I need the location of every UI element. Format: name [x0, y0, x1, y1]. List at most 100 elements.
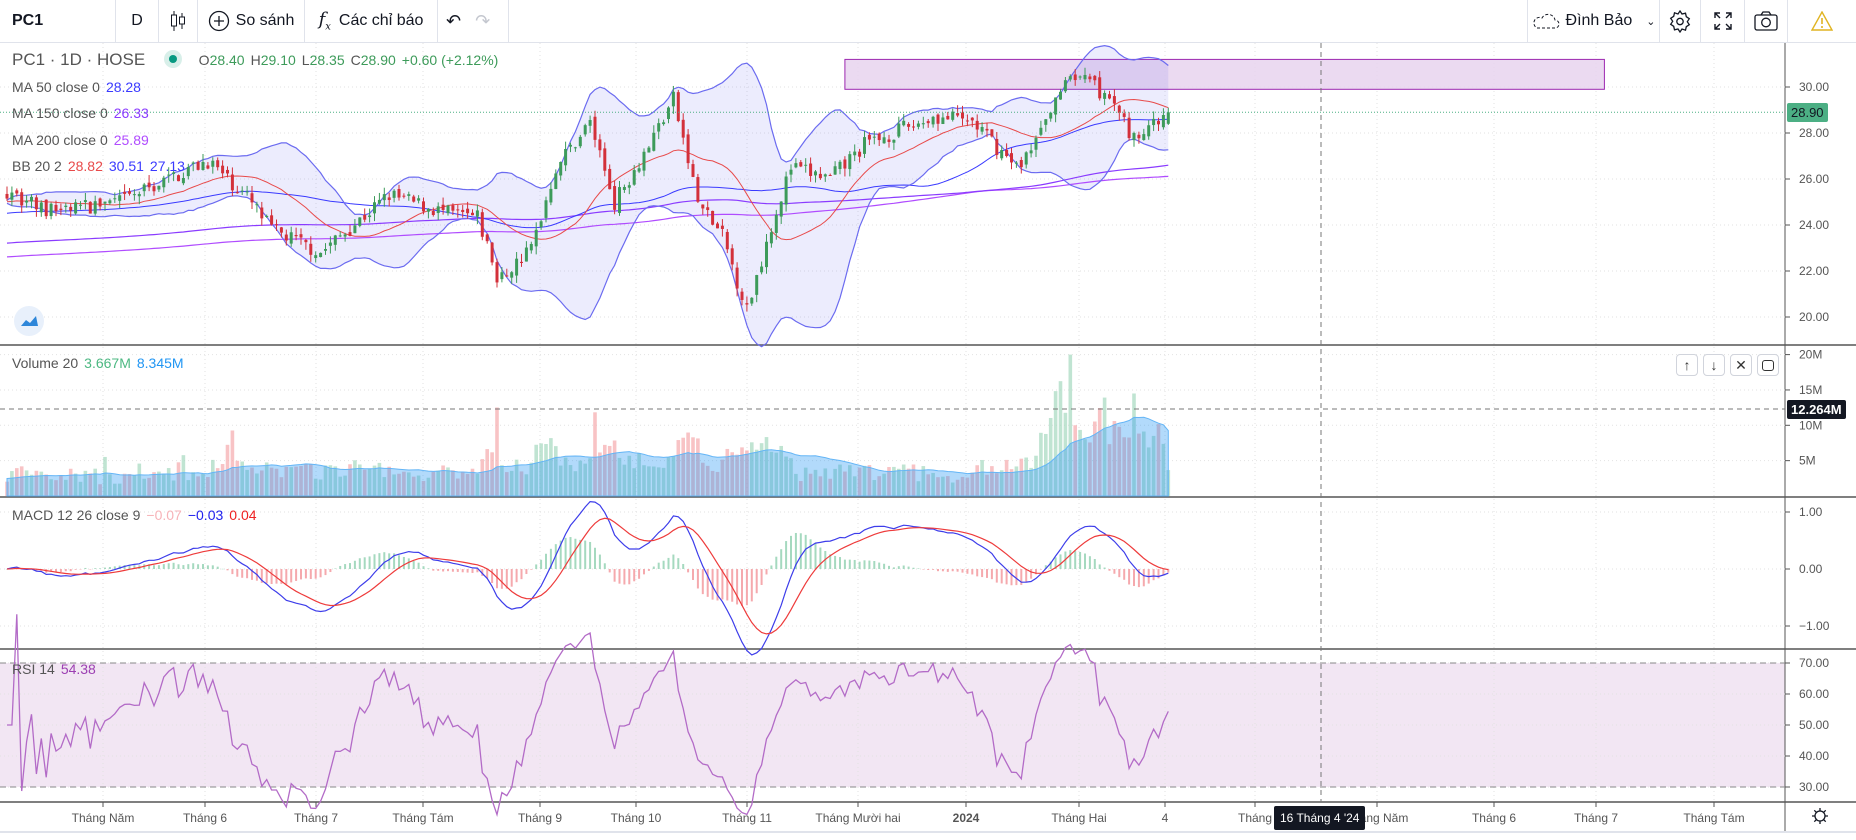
close-pane-button[interactable]: ✕: [1730, 354, 1752, 376]
macd-histogram-bar: [878, 562, 881, 569]
candle-body: [128, 191, 131, 194]
macd-histogram-bar: [74, 569, 77, 570]
macd-histogram-bar: [687, 569, 690, 573]
layout-name: Đình Bảo: [1565, 12, 1633, 29]
price-axis-tick-label: 22.00: [1799, 264, 1829, 278]
candle-body: [324, 249, 327, 251]
candle-body: [49, 203, 53, 217]
candle-body: [69, 206, 73, 211]
macd-histogram-bar: [598, 554, 601, 569]
candle-body: [1010, 153, 1013, 163]
macd-histogram-bar: [1103, 567, 1106, 569]
open-value: 28.40: [209, 52, 245, 68]
macd-histogram-bar: [1118, 569, 1121, 578]
candle-body: [475, 210, 479, 217]
macd-histogram-bar: [172, 562, 175, 569]
compare-button[interactable]: So sánh: [198, 0, 305, 42]
candle-body: [774, 214, 778, 233]
candle-body: [573, 147, 577, 149]
candle-body: [961, 112, 964, 119]
chart-type-button[interactable]: [159, 0, 198, 42]
macd-histogram-bar: [961, 569, 964, 573]
macd-histogram-bar: [765, 569, 768, 575]
macd-histogram-bar: [569, 537, 572, 569]
redo-icon[interactable]: ↷: [475, 11, 490, 32]
candle-body: [1152, 118, 1156, 126]
candle-body: [956, 113, 960, 116]
candle-body: [696, 177, 700, 202]
candle-body: [64, 205, 68, 208]
macd-histogram-bar: [1059, 554, 1062, 569]
candle-body: [877, 133, 881, 141]
macd-histogram-bar: [515, 569, 518, 583]
symbol-search-button[interactable]: PC1: [0, 0, 116, 42]
ma50-legend[interactable]: MA 50 close 0 28.28: [12, 79, 147, 95]
candle-body: [598, 139, 602, 151]
arrow-up-icon: ↑: [1683, 357, 1691, 373]
macd-hist-value: −0.07: [146, 507, 182, 523]
macd-histogram-bar: [447, 569, 449, 572]
indicators-button[interactable]: fx Các chỉ báo: [305, 0, 438, 42]
screenshot-button[interactable]: [1745, 0, 1788, 42]
macd-histogram-bar: [241, 569, 244, 578]
macd-histogram-bar: [594, 547, 596, 569]
bb-upper-value: 30.51: [108, 158, 144, 174]
candle-body: [578, 136, 582, 147]
maximize-pane-button[interactable]: [1757, 354, 1779, 376]
ma150-legend[interactable]: MA 150 close 0 26.33: [12, 105, 155, 121]
interval-button[interactable]: D: [116, 0, 159, 42]
candle-body: [177, 175, 180, 182]
macd-histogram-bar: [383, 552, 386, 569]
macd-histogram-bar: [750, 569, 753, 602]
candle-body: [613, 186, 617, 210]
candle-body: [309, 243, 313, 255]
chart-canvas[interactable]: Tháng Năm Tháng 6 Tháng 7 Tháng Tám Tháng 9 T…: [0, 0, 1856, 840]
move-pane-up-button[interactable]: ↑: [1676, 354, 1698, 376]
candle-body: [44, 199, 48, 217]
undo-icon[interactable]: ↶: [446, 11, 461, 32]
function-icon: fx: [318, 9, 331, 33]
candle-body: [681, 119, 685, 138]
macd-histogram-bar: [1025, 569, 1028, 582]
macd-histogram-bar: [760, 569, 763, 585]
move-pane-down-button[interactable]: ↓: [1703, 354, 1725, 376]
fullscreen-button[interactable]: [1701, 0, 1745, 42]
macd-histogram-bar: [677, 558, 680, 569]
axis-settings-button[interactable]: [1810, 806, 1830, 831]
volume-axis-tick-label: 5M: [1799, 454, 1816, 468]
indicators-label: Các chỉ báo: [338, 12, 424, 29]
volume-legend[interactable]: Volume 20 3.667M 8.345M: [12, 355, 190, 371]
macd-histogram-bar: [329, 569, 332, 573]
macd-legend[interactable]: MACD 12 26 close 9 −0.07 −0.03 0.04: [12, 507, 263, 523]
macd-histogram-bar: [314, 569, 317, 579]
bb-legend[interactable]: BB 20 2 28.82 30.51 27.13: [12, 158, 191, 174]
macd-histogram-bar: [427, 568, 430, 569]
candle-body: [1078, 76, 1082, 78]
macd-axis-tick-label: 1.00: [1799, 505, 1823, 519]
macd-histogram-bar: [162, 564, 165, 569]
candle-body: [1147, 125, 1151, 137]
rsi-legend[interactable]: RSI 14 54.38: [12, 661, 102, 677]
candle-body: [985, 128, 989, 131]
macd-histogram-bar: [662, 560, 665, 569]
candle-body: [230, 174, 234, 191]
macd-histogram-bar: [545, 553, 547, 569]
macd-signal-line: [6, 517, 1169, 635]
macd-histogram-bar: [1098, 564, 1101, 569]
macd-histogram-bar: [437, 569, 440, 571]
tradingview-logo[interactable]: [14, 306, 44, 336]
candle-body: [622, 186, 626, 190]
macd-histogram-bar: [990, 569, 993, 580]
ma200-legend[interactable]: MA 200 close 0 25.89: [12, 132, 155, 148]
macd-histogram-bar: [638, 569, 641, 579]
macd-histogram-bar: [363, 557, 366, 569]
macd-histogram-bar: [89, 569, 92, 570]
time-label: Tháng Tám: [392, 811, 453, 825]
volume-axis-tick-label: 20M: [1799, 348, 1822, 362]
candle-body: [980, 126, 984, 132]
candle-body: [515, 258, 519, 276]
macd-histogram-bar: [946, 569, 949, 572]
settings-button[interactable]: [1660, 0, 1701, 42]
layout-button[interactable]: Đình Bảo ⌄: [1527, 0, 1660, 42]
warning-button[interactable]: [1788, 0, 1856, 42]
